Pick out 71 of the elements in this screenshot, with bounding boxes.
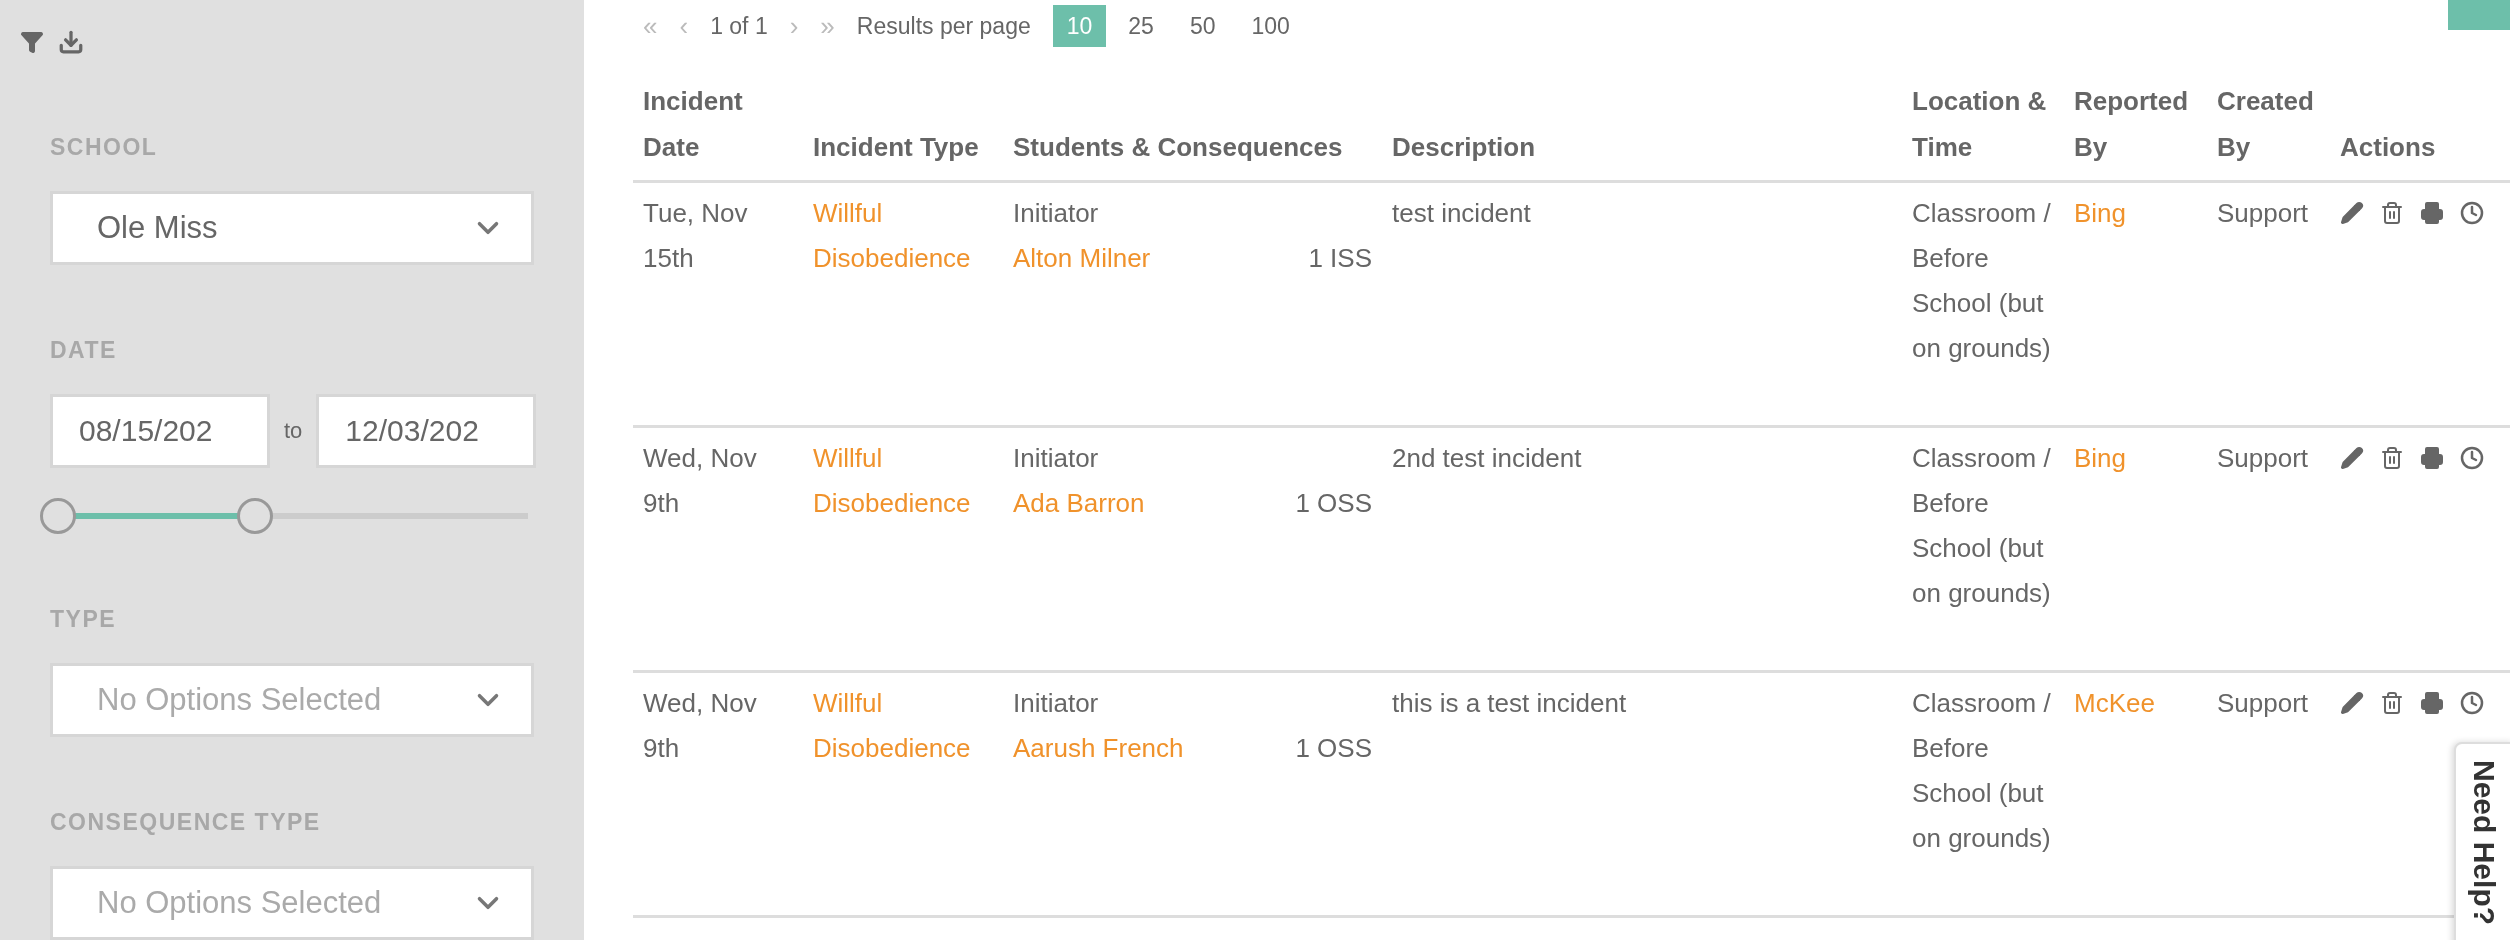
column-header: Reported By bbox=[2064, 78, 2207, 182]
delete-icon[interactable] bbox=[2380, 201, 2404, 225]
print-icon[interactable] bbox=[2420, 201, 2444, 225]
incident-type-link[interactable]: Willful Disobedience bbox=[813, 436, 993, 526]
print-icon[interactable] bbox=[2420, 691, 2444, 715]
first-page-button[interactable]: « bbox=[643, 10, 658, 42]
edit-icon[interactable] bbox=[2340, 201, 2364, 225]
role-text: Initiator bbox=[1013, 687, 1100, 720]
incident-type-link[interactable]: Willful Disobedience bbox=[813, 191, 993, 281]
page-size-button[interactable]: 100 bbox=[1237, 5, 1304, 47]
creator-cell: Support bbox=[2207, 426, 2330, 672]
filter-label: DATE bbox=[50, 337, 118, 364]
edit-icon[interactable] bbox=[2340, 446, 2364, 470]
filter-label: CONSEQUENCE TYPE bbox=[50, 809, 322, 836]
consequence-text: 1 OSS bbox=[1295, 487, 1372, 520]
select-field[interactable]: No Options Selected bbox=[50, 663, 534, 737]
reporter-link[interactable]: Bing bbox=[2074, 191, 2197, 236]
column-header: Description bbox=[1382, 78, 1902, 182]
page-indicator: 1 of 1 bbox=[710, 12, 768, 40]
date-cell: Wed, Nov 9th bbox=[633, 671, 803, 917]
page-size-button[interactable]: 10 bbox=[1052, 5, 1107, 47]
history-icon[interactable] bbox=[2460, 201, 2484, 225]
filter-icon[interactable] bbox=[20, 30, 44, 54]
creator-cell: Support bbox=[2207, 671, 2330, 917]
last-page-button[interactable]: » bbox=[820, 10, 835, 42]
column-header: Incident Date bbox=[633, 78, 803, 182]
column-header: Actions bbox=[2330, 78, 2510, 182]
date-range-slider[interactable] bbox=[40, 498, 528, 534]
next-page-button[interactable]: › bbox=[789, 10, 799, 42]
history-icon[interactable] bbox=[2460, 691, 2484, 715]
select-field[interactable]: Ole Miss bbox=[50, 191, 534, 265]
student-link[interactable]: Aarush French bbox=[1013, 726, 1184, 771]
location-cell: Classroom / Before School (but on grounds) bbox=[1902, 671, 2064, 917]
column-header: Created By bbox=[2207, 78, 2330, 182]
role-text: Initiator bbox=[1013, 442, 1100, 475]
help-tab[interactable]: Need Help? bbox=[2454, 742, 2510, 940]
page-size-button[interactable]: 50 bbox=[1175, 5, 1230, 47]
reporter-link[interactable]: McKee bbox=[2074, 681, 2197, 726]
column-header: Incident Type bbox=[803, 78, 1003, 182]
consequence-text: 1 ISS bbox=[1308, 242, 1372, 275]
description-cell: test incident bbox=[1382, 181, 1902, 427]
incident-type-link[interactable]: Willful Disobedience bbox=[813, 681, 993, 771]
start-date-field[interactable]: 08/15/202 bbox=[50, 394, 270, 468]
end-date-field[interactable]: 12/03/202 bbox=[316, 394, 537, 468]
select-field[interactable]: No Options Selected bbox=[50, 866, 534, 940]
date-cell: Wed, Nov 9th bbox=[633, 426, 803, 672]
filter-label: SCHOOL bbox=[50, 134, 159, 161]
role-text: Initiator bbox=[1013, 197, 1100, 230]
date-cell: Tue, Nov 15th bbox=[633, 181, 803, 427]
print-icon[interactable] bbox=[2420, 446, 2444, 470]
history-icon[interactable] bbox=[2460, 446, 2484, 470]
location-cell: Classroom / Before School (but on grounds) bbox=[1902, 181, 2064, 427]
to-label: to bbox=[284, 418, 303, 444]
filter-label: TYPE bbox=[50, 606, 118, 633]
column-header: Location & Time bbox=[1902, 78, 2064, 182]
results-per-page-label: Results per page bbox=[856, 12, 1031, 40]
description-cell: 2nd test incident bbox=[1382, 426, 1902, 672]
student-link[interactable]: Ada Barron bbox=[1013, 481, 1145, 526]
edit-icon[interactable] bbox=[2340, 691, 2364, 715]
student-link[interactable]: Alton Milner bbox=[1013, 236, 1151, 281]
location-cell: Classroom / Before School (but on grounds) bbox=[1902, 426, 2064, 672]
creator-cell: Support bbox=[2207, 181, 2330, 427]
download-icon[interactable] bbox=[58, 29, 84, 55]
description-cell: this is a test incident bbox=[1382, 671, 1902, 917]
page-size-button[interactable]: 25 bbox=[1114, 5, 1168, 47]
column-header: Students & Consequences bbox=[1003, 78, 1382, 182]
consequence-text: 1 OSS bbox=[1295, 732, 1372, 765]
delete-icon[interactable] bbox=[2380, 446, 2404, 470]
reporter-link[interactable]: Bing bbox=[2074, 436, 2197, 481]
previous-page-button[interactable]: ‹ bbox=[679, 10, 689, 42]
delete-icon[interactable] bbox=[2380, 691, 2404, 715]
